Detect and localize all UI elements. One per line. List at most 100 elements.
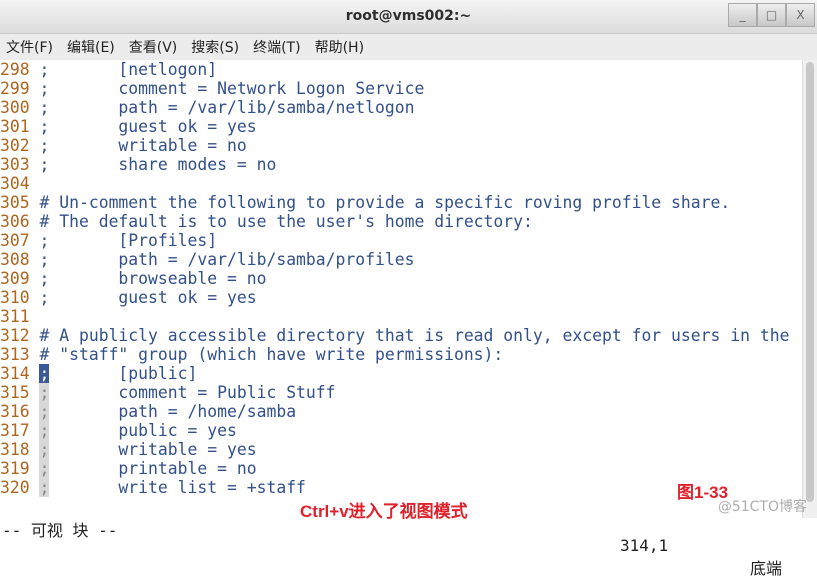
line-prefix: ; (39, 478, 50, 497)
title-bar: root@vms002:~ _ □ X (0, 0, 817, 34)
line-number: 298 (0, 60, 30, 79)
editor-line: 315 ; comment = Public Stuff (0, 383, 803, 402)
line-number: 313 (0, 345, 30, 364)
editor-line: 317 ; public = yes (0, 421, 803, 440)
editor-line: 302 ; writable = no (0, 136, 803, 155)
line-number: 317 (0, 421, 30, 440)
line-number: 315 (0, 383, 30, 402)
line-number: 320 (0, 478, 30, 497)
scrollbar-thumb[interactable] (806, 62, 814, 502)
editor-line: 306 # The default is to use the user's h… (0, 212, 803, 231)
editor-line: 300 ; path = /var/lib/samba/netlogon (0, 98, 803, 117)
line-prefix: ; (39, 288, 50, 307)
line-text: [public] (49, 364, 198, 383)
line-text: writable = yes (49, 440, 257, 459)
line-text: writable = no (49, 136, 247, 155)
editor-line: 319 ; printable = no (0, 459, 803, 478)
line-text: A publicly accessible directory that is … (49, 326, 790, 345)
line-prefix: ; (39, 269, 50, 288)
line-text: comment = Public Stuff (49, 383, 336, 402)
line-number: 316 (0, 402, 30, 421)
editor-line: 311 (0, 307, 803, 326)
line-prefix: ; (39, 459, 50, 478)
line-text: guest ok = yes (49, 288, 257, 307)
line-text: path = /var/lib/samba/profiles (49, 250, 415, 269)
line-number: 318 (0, 440, 30, 459)
line-number: 300 (0, 98, 30, 117)
scroll-position: 底端 (750, 559, 783, 578)
line-prefix: ; (39, 231, 50, 250)
editor-line: 316 ; path = /home/samba (0, 402, 803, 421)
scrollbar[interactable] (802, 60, 817, 518)
editor-line: 309 ; browseable = no (0, 269, 803, 288)
close-button[interactable]: X (786, 3, 815, 27)
menu-item[interactable]: 文件(F) (6, 37, 53, 57)
line-text: share modes = no (49, 155, 277, 174)
line-text: path = /var/lib/samba/netlogon (49, 98, 415, 117)
line-number: 306 (0, 212, 30, 231)
window-title: root@vms002:~ (345, 8, 472, 24)
line-prefix: ; (39, 421, 50, 440)
caption-annotation: Ctrl+v进入了视图模式 (300, 502, 468, 521)
line-prefix: ; (39, 250, 50, 269)
line-number: 309 (0, 269, 30, 288)
menu-item[interactable]: 终端(T) (253, 37, 300, 57)
line-prefix: ; (39, 60, 50, 79)
watermark: @51CTO博客 (717, 499, 807, 515)
menu-item[interactable]: 查看(V) (129, 37, 178, 57)
mode-indicator: -- 可视 块 -- (2, 521, 118, 540)
line-prefix: ; (39, 383, 50, 402)
line-prefix: ; (39, 155, 50, 174)
line-text: write list = +staff (49, 478, 306, 497)
line-text: Un-comment the following to provide a sp… (49, 193, 731, 212)
line-number: 312 (0, 326, 30, 345)
editor-line: 298 ; [netlogon] (0, 60, 803, 79)
line-number: 311 (0, 307, 30, 326)
line-number: 314 (0, 364, 30, 383)
editor-line: 303 ; share modes = no (0, 155, 803, 174)
line-text: printable = no (49, 459, 257, 478)
line-text: path = /home/samba (49, 402, 297, 421)
line-number: 304 (0, 174, 30, 193)
line-number: 301 (0, 117, 30, 136)
line-text: [Profiles] (49, 231, 218, 250)
line-prefix: ; (39, 364, 50, 383)
line-number: 310 (0, 288, 30, 307)
editor-line: 312 # A publicly accessible directory th… (0, 326, 803, 345)
menu-item[interactable]: 帮助(H) (315, 37, 364, 57)
line-prefix: ; (39, 117, 50, 136)
line-prefix: # (39, 345, 50, 364)
line-text: guest ok = yes (49, 117, 257, 136)
cursor-position: 314,1 (620, 536, 669, 555)
editor-line: 307 ; [Profiles] (0, 231, 803, 250)
editor-line: 313 # "staff" group (which have write pe… (0, 345, 803, 364)
line-prefix: ; (39, 136, 50, 155)
line-number: 307 (0, 231, 30, 250)
line-text: public = yes (49, 421, 237, 440)
line-text: comment = Network Logon Service (49, 79, 425, 98)
line-text: [netlogon] (49, 60, 218, 79)
maximize-button[interactable]: □ (757, 3, 786, 27)
menu-bar: 文件(F) 编辑(E) 查看(V) 搜索(S) 终端(T) 帮助(H) (0, 34, 817, 60)
editor-line: 308 ; path = /var/lib/samba/profiles (0, 250, 803, 269)
line-prefix: # (39, 326, 50, 345)
line-prefix: ; (39, 440, 50, 459)
editor-line: 299 ; comment = Network Logon Service (0, 79, 803, 98)
line-text: "staff" group (which have write permissi… (49, 345, 504, 364)
line-number: 303 (0, 155, 30, 174)
editor-line: 305 # Un-comment the following to provid… (0, 193, 803, 212)
line-text: browseable = no (49, 269, 267, 288)
line-prefix: # (39, 193, 50, 212)
line-prefix: ; (39, 402, 50, 421)
minimize-button[interactable]: _ (728, 3, 757, 27)
line-prefix: ; (39, 98, 50, 117)
line-number: 299 (0, 79, 30, 98)
editor-line: 310 ; guest ok = yes (0, 288, 803, 307)
terminal-content[interactable]: 298 ; [netlogon] 299 ; comment = Network … (0, 60, 803, 518)
editor-line: 314 ; [public] (0, 364, 803, 383)
line-number: 319 (0, 459, 30, 478)
menu-item[interactable]: 编辑(E) (67, 37, 115, 57)
line-prefix: ; (39, 79, 50, 98)
line-text: The default is to use the user's home di… (49, 212, 533, 231)
menu-item[interactable]: 搜索(S) (191, 37, 239, 57)
